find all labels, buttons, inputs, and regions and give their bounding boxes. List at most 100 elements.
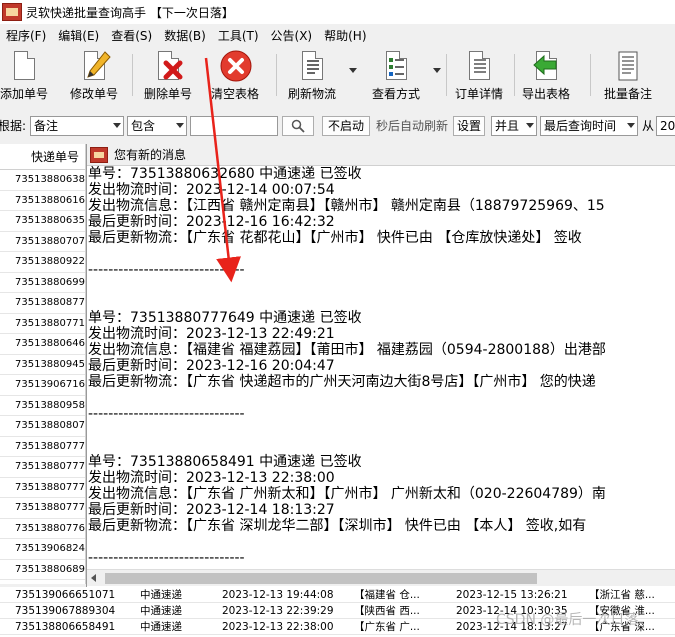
message-line: 最后更新时间：2023-12-16 16:42:32 (88, 214, 335, 230)
note-stack-icon (613, 50, 643, 82)
auto-refresh-input[interactable]: 不启动 (322, 116, 370, 136)
filter-field-select[interactable]: 备注 (30, 116, 124, 136)
filter-text-input[interactable] (190, 116, 278, 136)
message-line: 最后更新物流：【广东省 快递超市的广州天河南边大街8号店】【广州市】 您的快递 (88, 374, 596, 390)
table-row[interactable]: 735139067161 (0, 375, 85, 396)
table-row[interactable]: 735138807070 (0, 232, 85, 252)
table-row[interactable]: 735138809221 (0, 252, 85, 273)
table-cell: 中通速递 (140, 621, 182, 633)
table-row[interactable]: 735138806160 (0, 191, 85, 211)
message-line: 最后更新物流：【广东省 深圳龙华二部】【深圳市】 快件已由 【本人】 签收,如有 (88, 518, 587, 534)
message-line: 发出物流时间：2023-12-13 22:38:00 (88, 470, 335, 486)
scroll-left-icon[interactable] (91, 574, 96, 582)
filter-mode-select[interactable]: 包含 (127, 116, 187, 136)
column-header-tracking-number[interactable]: 快递单号 (0, 144, 85, 170)
refresh-logistics-button[interactable]: 刷新物流 (284, 50, 340, 102)
document-lines-icon (297, 50, 327, 82)
message-line: ------------------------------- (88, 262, 245, 278)
message-line: 最后更新时间：2023-12-14 18:13:27 (88, 502, 335, 518)
menu-edit[interactable]: 编辑(E) (52, 26, 105, 46)
message-line: ------------------------------- (88, 550, 245, 566)
table-row[interactable]: 735138809455 (0, 355, 85, 375)
menu-program[interactable]: 程序(F) (0, 26, 52, 46)
popup-title: 您有新的消息 (114, 148, 187, 162)
toolbar-separator (132, 54, 133, 96)
from-date-input[interactable]: 202 (656, 116, 675, 136)
window-title: 灵软快递批量查询高手 【下一次日落】 (26, 5, 234, 20)
table-row[interactable]: 735138807776 (0, 478, 85, 498)
message-line: 单号：73513880777649 中通速递 已签收 (88, 310, 362, 326)
clear-table-button[interactable]: 清空表格 (206, 50, 264, 102)
export-table-button[interactable]: 导出表格 (518, 50, 574, 102)
delete-x-icon (153, 50, 183, 82)
app-logo-icon (2, 3, 22, 21)
view-dropdown-icon[interactable] (433, 68, 441, 73)
table-row[interactable]: 735138806353 (0, 211, 85, 232)
table-cell: 2023-12-15 13:26:21 (456, 589, 568, 601)
table-row[interactable]: 735138808079 (0, 416, 85, 437)
edit-number-button[interactable]: 修改单号 (66, 50, 122, 102)
popup-title-bar: 您有新的消息 (87, 144, 675, 166)
message-line: 单号：73513880658491 中通速递 已签收 (88, 454, 362, 470)
popup-message-body: 单号：73513880632680 中通速递 已签收 发出物流时间：2023-12… (87, 166, 675, 568)
menu-bar: 程序(F) 编辑(E) 查看(S) 数据(B) 工具(T) 公告(X) 帮助(H… (0, 26, 675, 46)
table-cell: 735138806658491 (15, 621, 116, 633)
menu-tools[interactable]: 工具(T) (212, 26, 265, 46)
table-cell: 735139066651071 (15, 589, 116, 601)
table-row[interactable]: 735138809583 (0, 396, 85, 416)
table-row[interactable]: 735138806463 (0, 334, 85, 355)
message-line: 发出物流时间：2023-12-13 22:49:21 (88, 326, 335, 342)
table-row[interactable]: 735138807769 (0, 519, 85, 539)
table-row[interactable]: 735138807719 (0, 314, 85, 334)
search-icon (291, 119, 305, 133)
tracking-number-column: 快递单号 735138806386 735138806160 73513880635… (0, 144, 86, 584)
table-row[interactable]: 735138807946 (0, 580, 85, 584)
settings-button[interactable]: 设置 (453, 116, 485, 136)
logic-select[interactable]: 并且 (491, 116, 537, 136)
add-number-button[interactable]: 添加单号 (0, 50, 52, 102)
table-cell: 2023-12-13 19:44:08 (222, 589, 334, 601)
title-bar: 灵软快递批量查询高手 【下一次日落】 (0, 0, 675, 24)
toolbar-separator (514, 54, 515, 96)
table-cell: 【陕西省 西... (354, 605, 420, 617)
checklist-icon (381, 50, 411, 82)
message-line: 发出物流时间：2023-12-14 00:07:54 (88, 182, 335, 198)
time-field-select[interactable]: 最后查询时间 (540, 116, 638, 136)
table-cell: 【浙江省 慈... (589, 589, 655, 601)
table-row[interactable]: 735138807777 (0, 498, 85, 519)
table-cell: 2023-12-13 22:39:29 (222, 605, 334, 617)
chevron-down-icon (176, 123, 184, 128)
menu-data[interactable]: 数据(B) (158, 26, 212, 46)
view-mode-button[interactable]: 查看方式 (368, 50, 424, 102)
table-row[interactable]: 735138806996 (0, 273, 85, 293)
table-cell: 中通速递 (140, 605, 182, 617)
toolbar-separator (590, 54, 591, 96)
delete-number-button[interactable]: 删除单号 (140, 50, 196, 102)
batch-note-button[interactable]: 批量备注 (598, 50, 658, 102)
horizontal-scrollbar[interactable] (87, 569, 675, 586)
message-line: ------------------------------- (88, 406, 245, 422)
filter-row: 根据: 备注 包含 不启动 秒后自动刷新 设置 并且 最后查询时间 从 202 (0, 113, 675, 139)
clear-circle-x-icon (220, 50, 252, 82)
table-row[interactable]: 735138807779 (0, 457, 85, 478)
app-logo-icon (90, 146, 108, 163)
refresh-dropdown-icon[interactable] (349, 68, 357, 73)
message-line: 发出物流信息：【江西省 赣州定南县】【赣州市】 赣州定南县（1887972596… (88, 198, 605, 214)
filter-label: 根据: (0, 119, 27, 133)
menu-help[interactable]: 帮助(H) (318, 26, 372, 46)
table-row[interactable]: 735138808775 (0, 293, 85, 314)
watermark: CSDN @最后一次日落 (496, 612, 639, 628)
menu-view[interactable]: 查看(S) (105, 26, 158, 46)
menu-notice[interactable]: 公告(X) (265, 26, 319, 46)
table-row[interactable]: 735138807774 (0, 437, 85, 457)
order-detail-button[interactable]: 订单详情 (450, 50, 508, 102)
table-row[interactable]: 735139068248 (0, 539, 85, 560)
from-label: 从 (642, 119, 655, 133)
scrollbar-thumb[interactable] (105, 573, 537, 584)
table-cell: 735139067889304 (15, 605, 116, 617)
search-button[interactable] (282, 116, 314, 136)
table-row[interactable]: 735138806897 (0, 560, 85, 580)
table-row[interactable]: 735139066651071 中通速递 2023-12-13 19:44:08 【福… (0, 587, 675, 603)
table-row[interactable]: 735138806386 (0, 170, 85, 191)
edit-pencil-icon (79, 50, 111, 82)
